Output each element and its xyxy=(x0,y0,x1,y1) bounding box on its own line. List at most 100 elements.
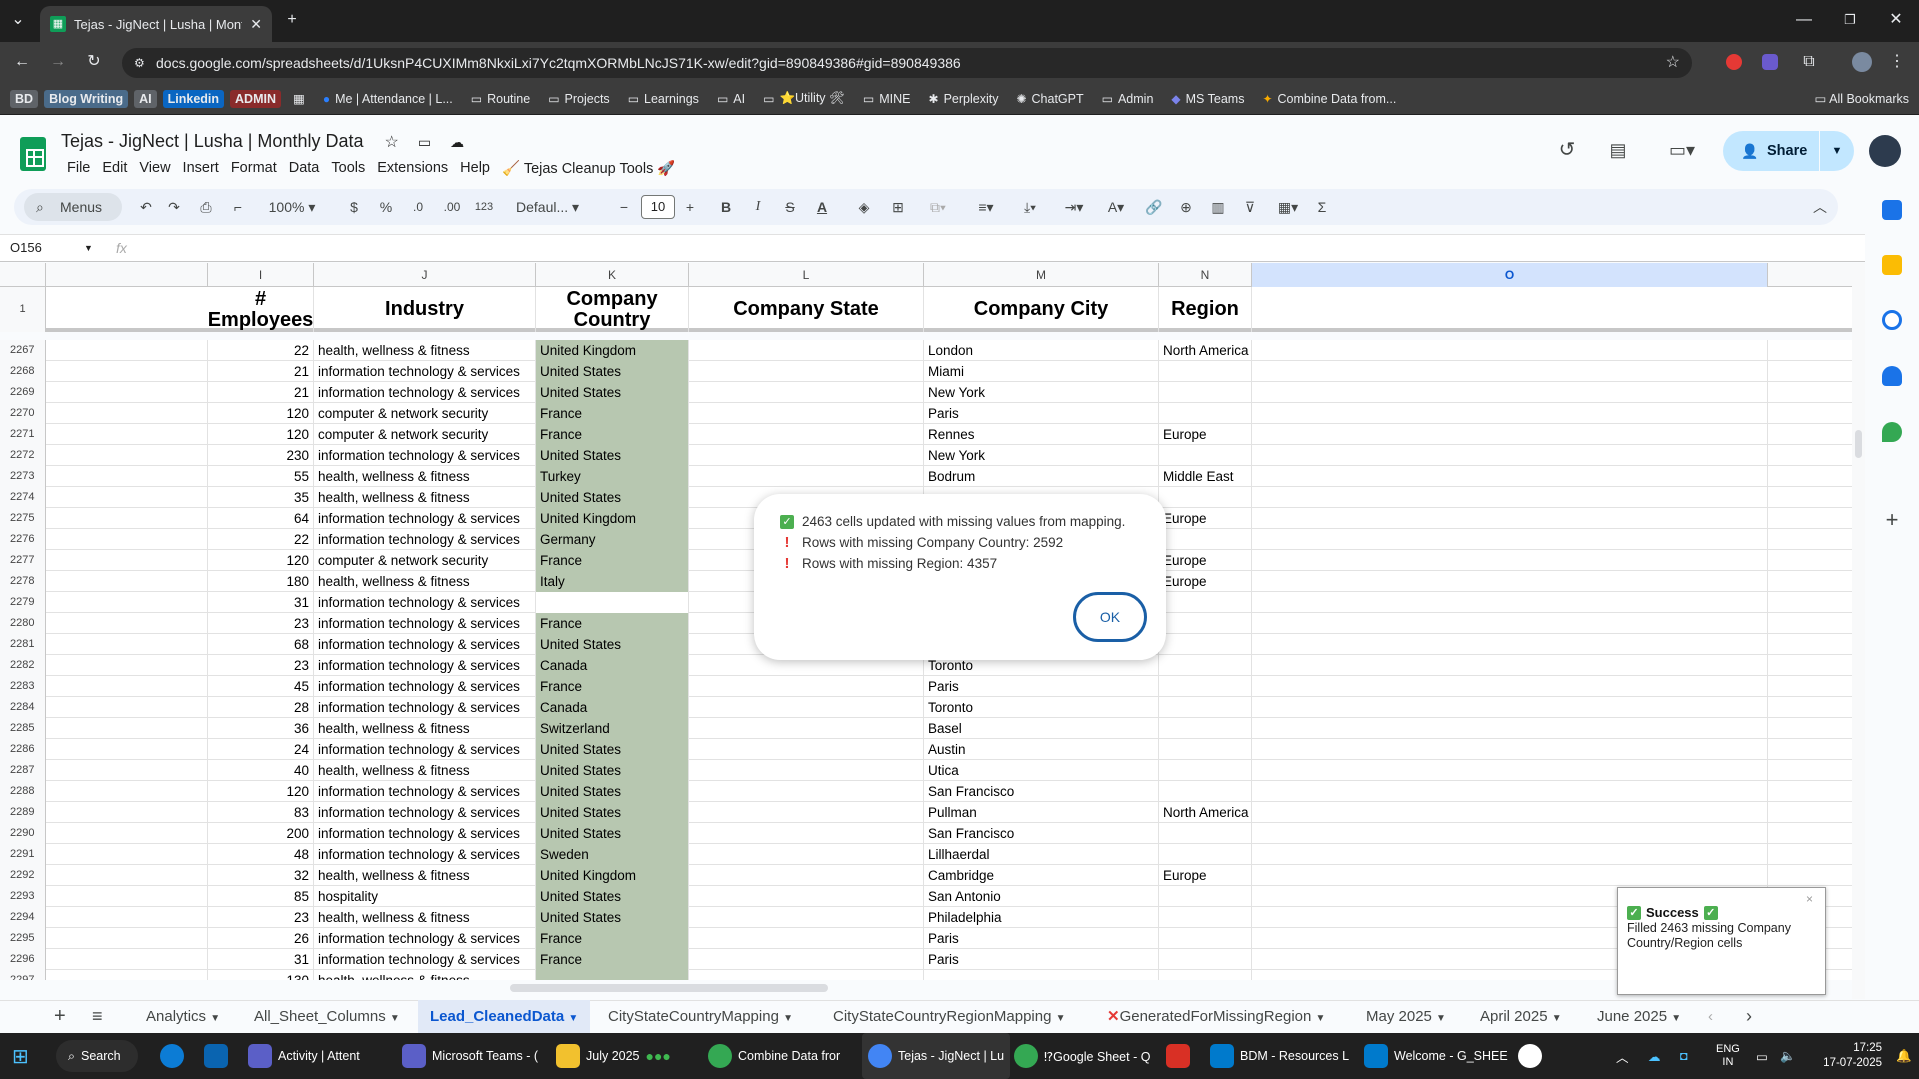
row-number[interactable]: 2275 xyxy=(0,508,46,529)
meet-icon[interactable]: ▭▾ xyxy=(1662,140,1702,160)
tab-may-2025[interactable]: May 2025 ▼ xyxy=(1366,1000,1446,1033)
tasks-icon[interactable] xyxy=(1882,310,1902,330)
cell-employees[interactable]: 68 xyxy=(208,634,314,655)
cell-h[interactable] xyxy=(46,361,208,382)
cell-company-country[interactable]: United Kingdom xyxy=(536,865,689,886)
cell-company-state[interactable] xyxy=(689,340,924,361)
table-row[interactable]: 2273 55 health, wellness & fitness Turkey Bo… xyxy=(0,466,1852,487)
cell-employees[interactable]: 32 xyxy=(208,865,314,886)
cell-employees[interactable]: 21 xyxy=(208,361,314,382)
taskbar-app[interactable]: ⁉Google Sheet - Q xyxy=(1014,1033,1150,1079)
cell-region[interactable] xyxy=(1159,949,1252,970)
header-company-state[interactable]: Company State xyxy=(689,287,924,332)
cell-h[interactable] xyxy=(46,739,208,760)
cell-industry[interactable]: information technology & services xyxy=(314,613,536,634)
cell-region[interactable] xyxy=(1159,970,1252,980)
extensions-puzzle-icon[interactable]: ⧉ xyxy=(1797,52,1821,72)
filter-views-icon[interactable]: ▦▾ xyxy=(1268,189,1308,225)
bookmark-item[interactable]: AI xyxy=(134,89,157,108)
restore-icon[interactable]: ❐ xyxy=(1838,10,1862,30)
cell-company-city[interactable]: Basel xyxy=(924,718,1159,739)
bookmark-item[interactable]: Blog Writing xyxy=(44,89,129,108)
cell-company-city[interactable]: Philadelphia xyxy=(924,907,1159,928)
cell-industry[interactable]: computer & network security xyxy=(314,424,536,445)
cell-company-country[interactable]: United States xyxy=(536,907,689,928)
version-history-icon[interactable]: ↺ xyxy=(1555,140,1579,160)
menu-extensions[interactable]: Extensions xyxy=(371,158,454,179)
cell-industry[interactable]: information technology & services xyxy=(314,949,536,970)
cell-h[interactable] xyxy=(46,718,208,739)
cell-h[interactable] xyxy=(46,865,208,886)
bookmark-item[interactable]: BD xyxy=(10,89,39,108)
ok-button[interactable]: OK xyxy=(1073,592,1147,642)
bookmark-item[interactable]: ADMIN xyxy=(230,89,281,108)
text-wrap-icon[interactable]: ⇥▾ xyxy=(1056,189,1092,225)
cell-employees[interactable]: 85 xyxy=(208,886,314,907)
text-color-icon[interactable]: A xyxy=(810,189,834,225)
insert-link-icon[interactable]: 🔗 xyxy=(1142,189,1166,225)
notifications-icon[interactable]: 🔔 xyxy=(1896,1033,1912,1079)
column-header-n[interactable]: N xyxy=(1159,263,1252,287)
cell-company-state[interactable] xyxy=(689,970,924,980)
cell-region[interactable]: North America xyxy=(1159,340,1252,361)
cell-employees[interactable]: 120 xyxy=(208,424,314,445)
cell-company-state[interactable] xyxy=(689,676,924,697)
row-number[interactable]: 2277 xyxy=(0,550,46,571)
print-icon[interactable]: ⎙ xyxy=(194,189,218,225)
cell-region[interactable] xyxy=(1159,823,1252,844)
add-sheet-icon[interactable]: + xyxy=(54,1000,66,1033)
cell-employees[interactable]: 31 xyxy=(208,949,314,970)
close-tab-icon[interactable]: ✕ xyxy=(250,16,262,33)
cell-company-city[interactable]: Cambridge xyxy=(924,865,1159,886)
cell-company-country[interactable]: France xyxy=(536,550,689,571)
tab-generated-for-missing-region[interactable]: ✕GeneratedForMissingRegion ▼ xyxy=(1107,1000,1325,1033)
cell-employees[interactable]: 230 xyxy=(208,445,314,466)
cell-region[interactable] xyxy=(1159,634,1252,655)
cell-company-state[interactable] xyxy=(689,823,924,844)
cell-region[interactable]: Europe xyxy=(1159,424,1252,445)
cell-o[interactable] xyxy=(1252,529,1768,550)
tray-overflow-icon[interactable]: ︿ xyxy=(1616,1033,1629,1079)
paint-format-icon[interactable]: ⌐ xyxy=(226,189,250,225)
cell-h[interactable] xyxy=(46,550,208,571)
cell-company-country[interactable]: United States xyxy=(536,487,689,508)
cell-company-state[interactable] xyxy=(689,928,924,949)
cell-industry[interactable]: information technology & services xyxy=(314,655,536,676)
currency-format-button[interactable]: $ xyxy=(342,189,366,225)
row-number[interactable]: 2297 xyxy=(0,970,46,980)
cell-o[interactable] xyxy=(1252,550,1768,571)
cell-region[interactable] xyxy=(1159,739,1252,760)
cell-industry[interactable]: information technology & services xyxy=(314,529,536,550)
cell-h[interactable] xyxy=(46,697,208,718)
cell-company-state[interactable] xyxy=(689,403,924,424)
menu-tools[interactable]: Tools xyxy=(325,158,371,179)
bookmark-item[interactable]: ✱ Perplexity xyxy=(923,90,1005,108)
cell-company-city[interactable]: Toronto xyxy=(924,697,1159,718)
header-company-city[interactable]: Company City xyxy=(924,287,1159,332)
undo-icon[interactable]: ↶ xyxy=(134,189,158,225)
cell-company-country[interactable]: Canada xyxy=(536,655,689,676)
table-row[interactable]: 2283 45 information technology & services F… xyxy=(0,676,1852,697)
language-indicator[interactable]: ENG IN xyxy=(1716,1033,1740,1079)
taskbar-app[interactable]: Microsoft Teams - ( xyxy=(402,1033,538,1079)
cell-region[interactable]: Europe xyxy=(1159,571,1252,592)
column-header-m[interactable]: M xyxy=(924,263,1159,287)
row-number[interactable]: 2283 xyxy=(0,676,46,697)
cell-region[interactable] xyxy=(1159,697,1252,718)
table-row[interactable]: 2285 36 health, wellness & fitness Switzerl… xyxy=(0,718,1852,739)
cell-company-country[interactable]: France xyxy=(536,949,689,970)
insert-chart-icon[interactable]: ▥ xyxy=(1206,189,1230,225)
column-header-o[interactable]: O xyxy=(1252,263,1768,287)
bold-icon[interactable]: B xyxy=(714,189,738,225)
cell-company-city[interactable]: Paris xyxy=(924,676,1159,697)
cell-industry[interactable]: information technology & services xyxy=(314,634,536,655)
cell-o[interactable] xyxy=(1252,634,1768,655)
cell-region[interactable] xyxy=(1159,487,1252,508)
cell-industry[interactable]: information technology & services xyxy=(314,802,536,823)
cell-employees[interactable]: 55 xyxy=(208,466,314,487)
row-number[interactable]: 2291 xyxy=(0,844,46,865)
menu-edit[interactable]: Edit xyxy=(96,158,133,179)
cell-company-country[interactable]: Turkey xyxy=(536,466,689,487)
cell-h[interactable] xyxy=(46,508,208,529)
cell-employees[interactable]: 180 xyxy=(208,571,314,592)
